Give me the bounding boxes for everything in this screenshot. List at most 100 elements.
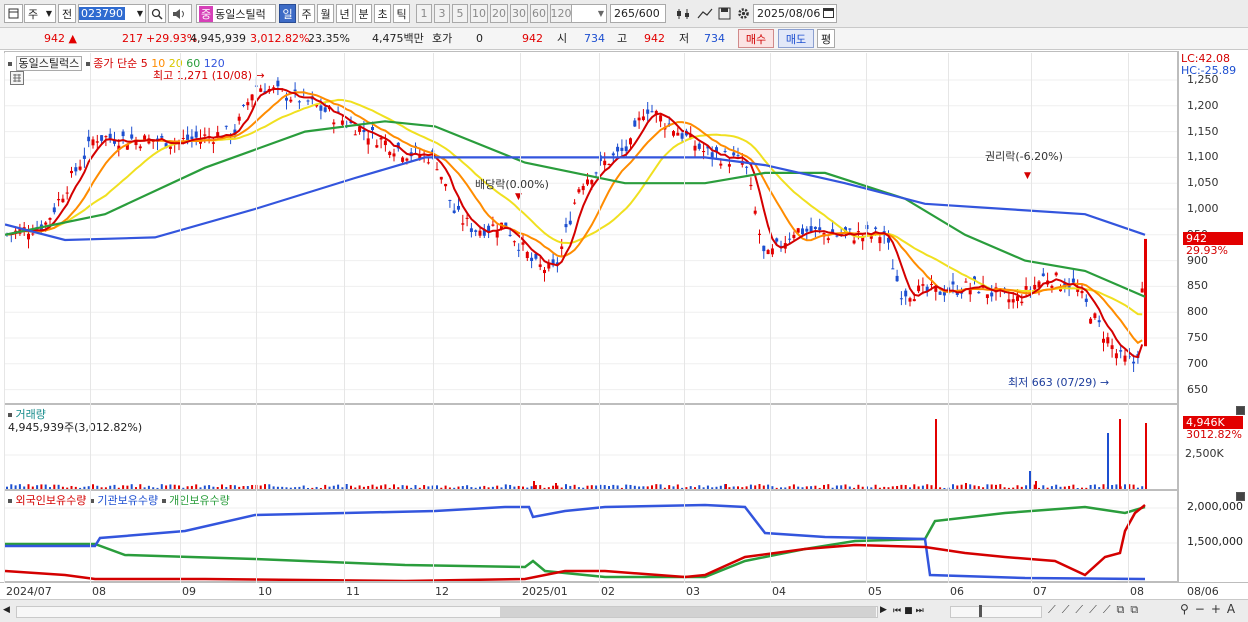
minute-button[interactable]: 60 xyxy=(530,4,548,23)
minute-button[interactable]: 1 xyxy=(416,4,432,23)
volume-bar xyxy=(565,484,567,489)
candle-body xyxy=(104,136,108,138)
line-tool-icon[interactable] xyxy=(696,4,714,23)
ma10-line xyxy=(6,91,1143,345)
search-icon[interactable] xyxy=(148,4,166,23)
pane-close-icon[interactable] xyxy=(1236,492,1245,501)
candle-body xyxy=(616,146,620,152)
volume-bar xyxy=(543,487,546,489)
candle-body xyxy=(297,101,301,103)
volume-bar xyxy=(49,487,51,489)
volume-bar xyxy=(608,486,610,489)
candle-body xyxy=(852,240,856,244)
buy-button[interactable]: 매수 xyxy=(738,29,774,48)
volume-bar xyxy=(388,487,391,489)
period-button[interactable]: 틱 xyxy=(393,4,410,23)
volume-bar xyxy=(840,485,843,489)
volume-bar xyxy=(900,484,903,489)
minute-button[interactable]: 30 xyxy=(510,4,528,23)
eval-button[interactable]: 평 xyxy=(817,29,835,48)
volume-bar xyxy=(10,484,13,489)
minute-button[interactable]: 20 xyxy=(490,4,508,23)
zoom-slider-handle[interactable] xyxy=(979,605,982,617)
calendar-icon[interactable] xyxy=(823,7,834,21)
volume-bar xyxy=(651,485,653,489)
minute-button[interactable]: 10 xyxy=(470,4,488,23)
fib-tool-icon[interactable]: ⟋ xyxy=(1062,603,1070,617)
volume-bar xyxy=(552,485,555,489)
candle-body xyxy=(250,94,254,101)
volume-bar xyxy=(797,486,800,489)
volume-bar xyxy=(1111,485,1114,489)
period-button[interactable]: 초 xyxy=(374,4,391,23)
volume-bar xyxy=(44,484,47,489)
arrow-tool-icon[interactable]: ⟋ xyxy=(1103,603,1111,617)
grid-icon[interactable] xyxy=(10,71,24,85)
volume-bar xyxy=(999,484,1002,489)
ray-tool-icon[interactable]: ⟋ xyxy=(1089,603,1097,617)
market-select[interactable]: 주 ▼ xyxy=(24,4,56,23)
sell-button[interactable]: 매도 xyxy=(778,29,814,48)
trend-tool-icon[interactable]: ⟋ xyxy=(1048,603,1056,617)
tick-select[interactable]: ▼ xyxy=(571,4,607,23)
first-icon[interactable]: ⏮ xyxy=(893,606,901,616)
scrollbar-track[interactable] xyxy=(16,606,878,618)
scrollbar-thumb[interactable] xyxy=(500,607,876,617)
period-button[interactable]: 일 xyxy=(279,4,296,23)
indicator-icon[interactable] xyxy=(674,4,694,23)
volume-bar xyxy=(281,486,284,489)
volume-bar xyxy=(436,485,438,489)
volume-bar xyxy=(973,485,976,489)
minute-button[interactable]: 3 xyxy=(434,4,450,23)
code-input[interactable]: 023790 ▼ xyxy=(78,4,146,23)
volume-bar xyxy=(1107,433,1109,489)
count-field[interactable]: 265/600 xyxy=(610,4,666,23)
volume-bar xyxy=(165,485,168,489)
period-button[interactable]: 월 xyxy=(317,4,334,23)
x-grid-line xyxy=(684,53,685,583)
scroll-right-icon[interactable]: ▶ xyxy=(880,605,887,615)
x-tick-label: 09 xyxy=(182,585,196,598)
low-value: 734 xyxy=(704,32,725,45)
candle-body xyxy=(856,231,860,233)
candle-body xyxy=(1119,350,1123,352)
volume-bar xyxy=(509,484,512,489)
quote-bar: 942 ▲ 217 +29.93% 4,945,939 3,012.82% 23… xyxy=(0,28,1248,50)
minute-button[interactable]: 120 xyxy=(550,4,572,23)
candle-body xyxy=(792,234,796,239)
zoom-in-icon[interactable]: + xyxy=(1211,602,1221,616)
font-size-icon[interactable]: A xyxy=(1227,602,1235,616)
zoom-out-icon[interactable]: − xyxy=(1195,602,1205,616)
volume-bar xyxy=(1020,486,1023,489)
channel-tool-icon[interactable]: ⟋ xyxy=(1075,603,1083,617)
x-tick-label: 10 xyxy=(258,585,272,598)
period-button[interactable]: 주 xyxy=(298,4,315,23)
period-button[interactable]: 분 xyxy=(355,4,372,23)
volume-bar xyxy=(324,484,327,489)
layout-tool-icon[interactable]: ⧉ xyxy=(1130,603,1138,617)
volume-bar xyxy=(212,486,215,489)
speaker-icon[interactable] xyxy=(168,4,192,23)
volume-bar xyxy=(1012,487,1015,489)
date-field[interactable]: 2025/08/06 xyxy=(753,4,837,23)
pane-close-icon[interactable] xyxy=(1236,406,1245,415)
copy-tool-icon[interactable]: ⧉ xyxy=(1117,603,1125,617)
candle-body xyxy=(835,235,839,237)
candle-body xyxy=(1024,286,1028,290)
period-button[interactable]: 년 xyxy=(336,4,353,23)
settings-icon[interactable] xyxy=(734,4,752,23)
volume-bar xyxy=(883,486,886,489)
stock-name-field[interactable]: 중 동일스틸럭 xyxy=(196,4,276,23)
stop-icon[interactable]: ■ xyxy=(904,606,913,616)
zoom-slider[interactable] xyxy=(950,605,1042,618)
volume-bar xyxy=(1141,486,1144,489)
window-icon[interactable] xyxy=(4,4,23,23)
period-prefix[interactable]: 전 xyxy=(58,4,76,23)
minute-button[interactable]: 5 xyxy=(452,4,468,23)
zoom-search-icon[interactable]: ⚲ xyxy=(1180,602,1189,616)
volume-bar xyxy=(23,486,26,489)
volume-bar xyxy=(285,487,288,489)
save-icon[interactable] xyxy=(715,4,733,23)
scroll-left-icon[interactable]: ◀ xyxy=(3,605,10,615)
last-icon[interactable]: ⏭ xyxy=(916,606,924,616)
